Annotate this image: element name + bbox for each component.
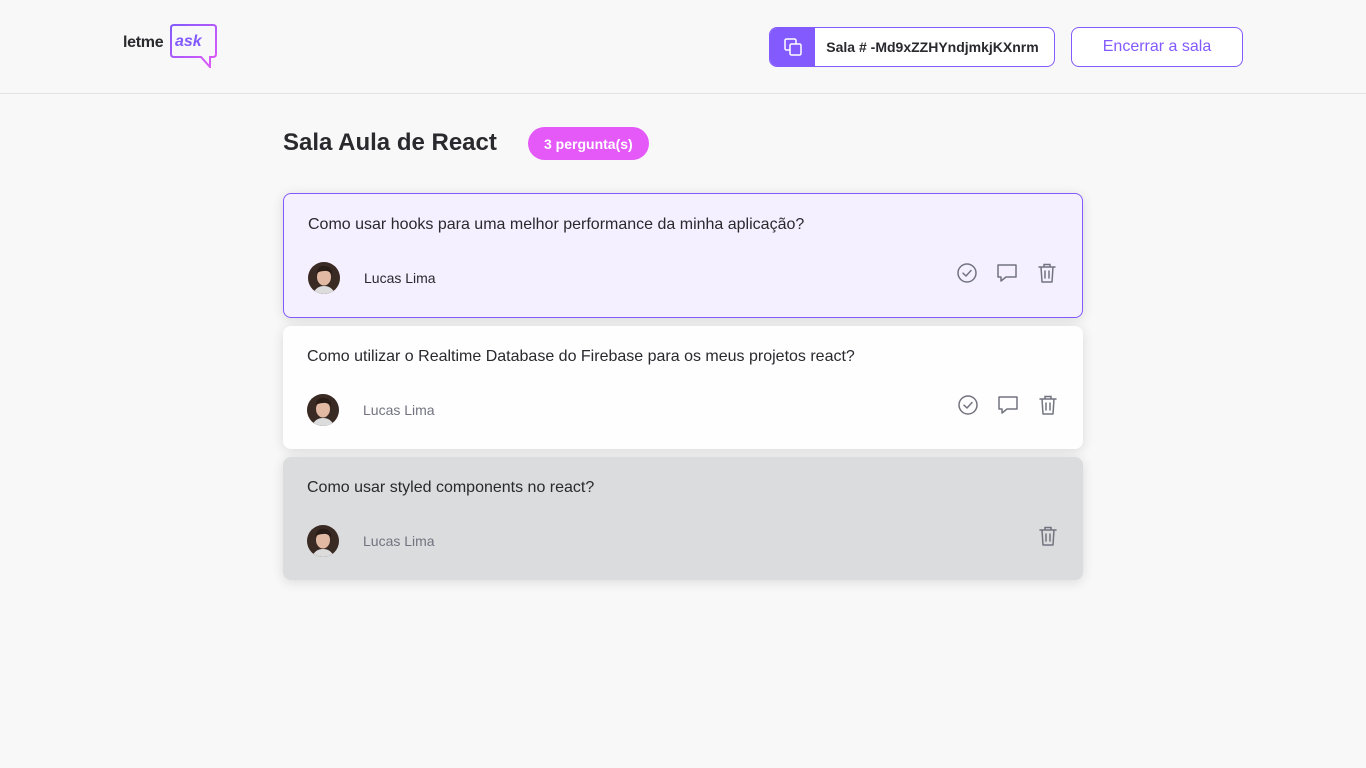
author-name: Lucas Lima	[363, 533, 435, 549]
check-icon[interactable]	[956, 262, 978, 284]
question-card: Como utilizar o Realtime Database do Fir…	[283, 326, 1083, 449]
avatar	[308, 262, 340, 294]
header: letme ask Sala # -Md9xZZHYndjmkjKXnrm En…	[0, 0, 1366, 94]
copy-icon	[770, 28, 815, 66]
logo-text-ask: ask	[175, 33, 202, 50]
close-room-button[interactable]: Encerrar a sala	[1071, 27, 1243, 67]
question-content: Como utilizar o Realtime Database do Fir…	[307, 348, 855, 365]
trash-icon[interactable]	[1037, 525, 1059, 547]
page-title: Sala Aula de React	[283, 129, 497, 156]
author-name: Lucas Lima	[363, 402, 435, 418]
question-count-badge: 3 pergunta(s)	[528, 127, 649, 160]
check-icon[interactable]	[957, 394, 979, 416]
author-name: Lucas Lima	[364, 270, 436, 286]
comment-icon[interactable]	[996, 262, 1018, 284]
question-author: Lucas Lima	[307, 394, 435, 426]
avatar	[307, 525, 339, 557]
trash-icon[interactable]	[1036, 262, 1058, 284]
question-card: Como usar hooks para uma melhor performa…	[283, 193, 1083, 318]
question-author: Lucas Lima	[308, 262, 436, 294]
question-content: Como usar styled components no react?	[307, 479, 595, 496]
question-card: Como usar styled components no react? Lu…	[283, 457, 1083, 580]
comment-icon[interactable]	[997, 394, 1019, 416]
question-actions	[1037, 525, 1059, 547]
avatar	[307, 394, 339, 426]
logo-text-letme: letme	[123, 34, 164, 51]
room-code-text: Sala # -Md9xZZHYndjmkjKXnrm	[826, 39, 1039, 55]
question-actions	[957, 394, 1059, 416]
question-actions	[956, 262, 1058, 284]
question-author: Lucas Lima	[307, 525, 435, 557]
copy-room-code-button[interactable]: Sala # -Md9xZZHYndjmkjKXnrm	[769, 27, 1055, 67]
logo[interactable]: letme ask	[123, 24, 219, 70]
trash-icon[interactable]	[1037, 394, 1059, 416]
question-content: Como usar hooks para uma melhor performa…	[308, 216, 805, 233]
